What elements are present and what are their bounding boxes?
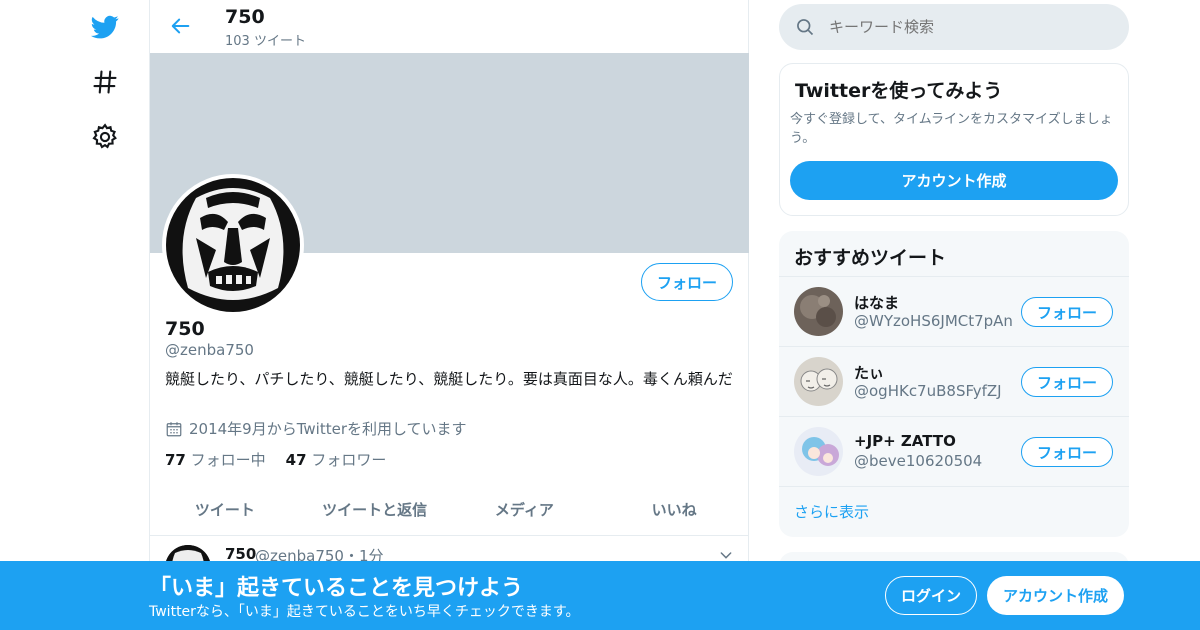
show-more-link[interactable]: さらに表示: [779, 487, 1129, 536]
suggestion-handle: @ogHKc7uB8SFyfZJ: [854, 382, 1002, 400]
suggestion-follow-button[interactable]: フォロー: [1021, 297, 1113, 327]
suggestion-name: たぃ: [854, 364, 885, 382]
tab-tweets[interactable]: ツイート: [150, 484, 300, 535]
profile-handle: @zenba750: [165, 341, 254, 359]
profile-avatar[interactable]: [162, 174, 304, 316]
suggestion-avatar[interactable]: [794, 427, 843, 476]
profile-header: 750 103 ツイート: [150, 0, 748, 53]
profile-column: 750 103 ツイート フォロー 750 @zenba750 競艇したり、パチ…: [149, 0, 749, 630]
suggestion-handle: @WYzoHS6JMCt7pAn: [854, 312, 1013, 330]
signup-card-text: 今すぐ登録して、タイムラインをカスタマイズしましょう。: [790, 112, 1113, 146]
following-count: 77: [165, 451, 186, 469]
suggestion-item[interactable]: +JP+ ZATTO @beve10620504 フォロー: [779, 417, 1129, 487]
hashtag-icon[interactable]: [90, 67, 120, 97]
signup-card-title: Twitterを使ってみよう: [795, 80, 1003, 102]
search-box[interactable]: [779, 4, 1129, 50]
suggestion-name: はなま: [854, 294, 900, 312]
suggestion-handle: @beve10620504: [854, 452, 983, 470]
followers-count: 47: [285, 451, 307, 469]
profile-bio: 競艇したり、パチしたり、競艇したり、競艇したり。要は真面目な人。毒くん頼んだ: [165, 370, 733, 388]
search-input[interactable]: [829, 18, 1109, 36]
bottom-signup-button[interactable]: アカウント作成: [987, 576, 1124, 615]
tab-media[interactable]: メディア: [450, 484, 600, 535]
bottom-bar-title: 「いま」起きていることを見つけよう: [149, 576, 524, 601]
followers-label: フォロワー: [311, 451, 387, 469]
following-label: フォロー中: [190, 451, 266, 469]
signup-card: Twitterを使ってみよう 今すぐ登録して、タイムラインをカスタマイズしましょ…: [779, 63, 1129, 216]
followers-stat[interactable]: 47 フォロワー: [286, 449, 387, 470]
suggestion-avatar[interactable]: [794, 287, 843, 336]
who-to-follow-card: おすすめツイート はなま @WYzoHS6JMCt7pAn フォロー たぃ @o…: [779, 231, 1129, 537]
suggestion-follow-button[interactable]: フォロー: [1021, 367, 1113, 397]
tab-likes[interactable]: いいね: [599, 484, 749, 535]
calendar-icon: [166, 421, 182, 436]
gear-icon[interactable]: [90, 122, 120, 152]
following-stat[interactable]: 77 フォロー中: [165, 449, 266, 470]
suggestion-name: +JP+ ZATTO: [854, 432, 956, 450]
tab-tweets-and-replies[interactable]: ツイートと返信: [300, 484, 450, 535]
joined-text: 2014年9月からTwitterを利用しています: [189, 420, 467, 438]
create-account-button[interactable]: アカウント作成: [790, 161, 1118, 200]
profile-tabs: ツイート ツイートと返信 メディア いいね: [150, 484, 749, 536]
twitter-logo-icon[interactable]: [90, 12, 120, 42]
bottom-bar-subtitle: Twitterなら、「いま」起きていることをいち早くチェックできます。: [149, 604, 580, 620]
follow-button[interactable]: フォロー: [641, 263, 733, 301]
suggestion-item[interactable]: たぃ @ogHKc7uB8SFyfZJ フォロー: [779, 347, 1129, 417]
suggestion-follow-button[interactable]: フォロー: [1021, 437, 1113, 467]
header-profile-name: 750: [225, 6, 265, 28]
twitter-profile-page: 750 103 ツイート フォロー 750 @zenba750 競艇したり、パチ…: [0, 0, 1200, 630]
header-tweet-count: 103 ツイート: [225, 34, 306, 49]
back-arrow-icon[interactable]: [168, 13, 194, 39]
suggestion-avatar[interactable]: [794, 357, 843, 406]
profile-stats: 77 フォロー中 47 フォロワー: [165, 449, 386, 470]
signup-bottom-bar: 「いま」起きていることを見つけよう Twitterなら、「いま」起きていることを…: [0, 561, 1200, 630]
profile-name: 750: [165, 318, 205, 340]
who-to-follow-title: おすすめツイート: [779, 231, 1129, 277]
login-button[interactable]: ログイン: [885, 576, 977, 615]
search-icon: [797, 19, 814, 36]
profile-joined-date: 2014年9月からTwitterを利用しています: [165, 418, 467, 439]
suggestion-item[interactable]: はなま @WYzoHS6JMCt7pAn フォロー: [779, 277, 1129, 347]
